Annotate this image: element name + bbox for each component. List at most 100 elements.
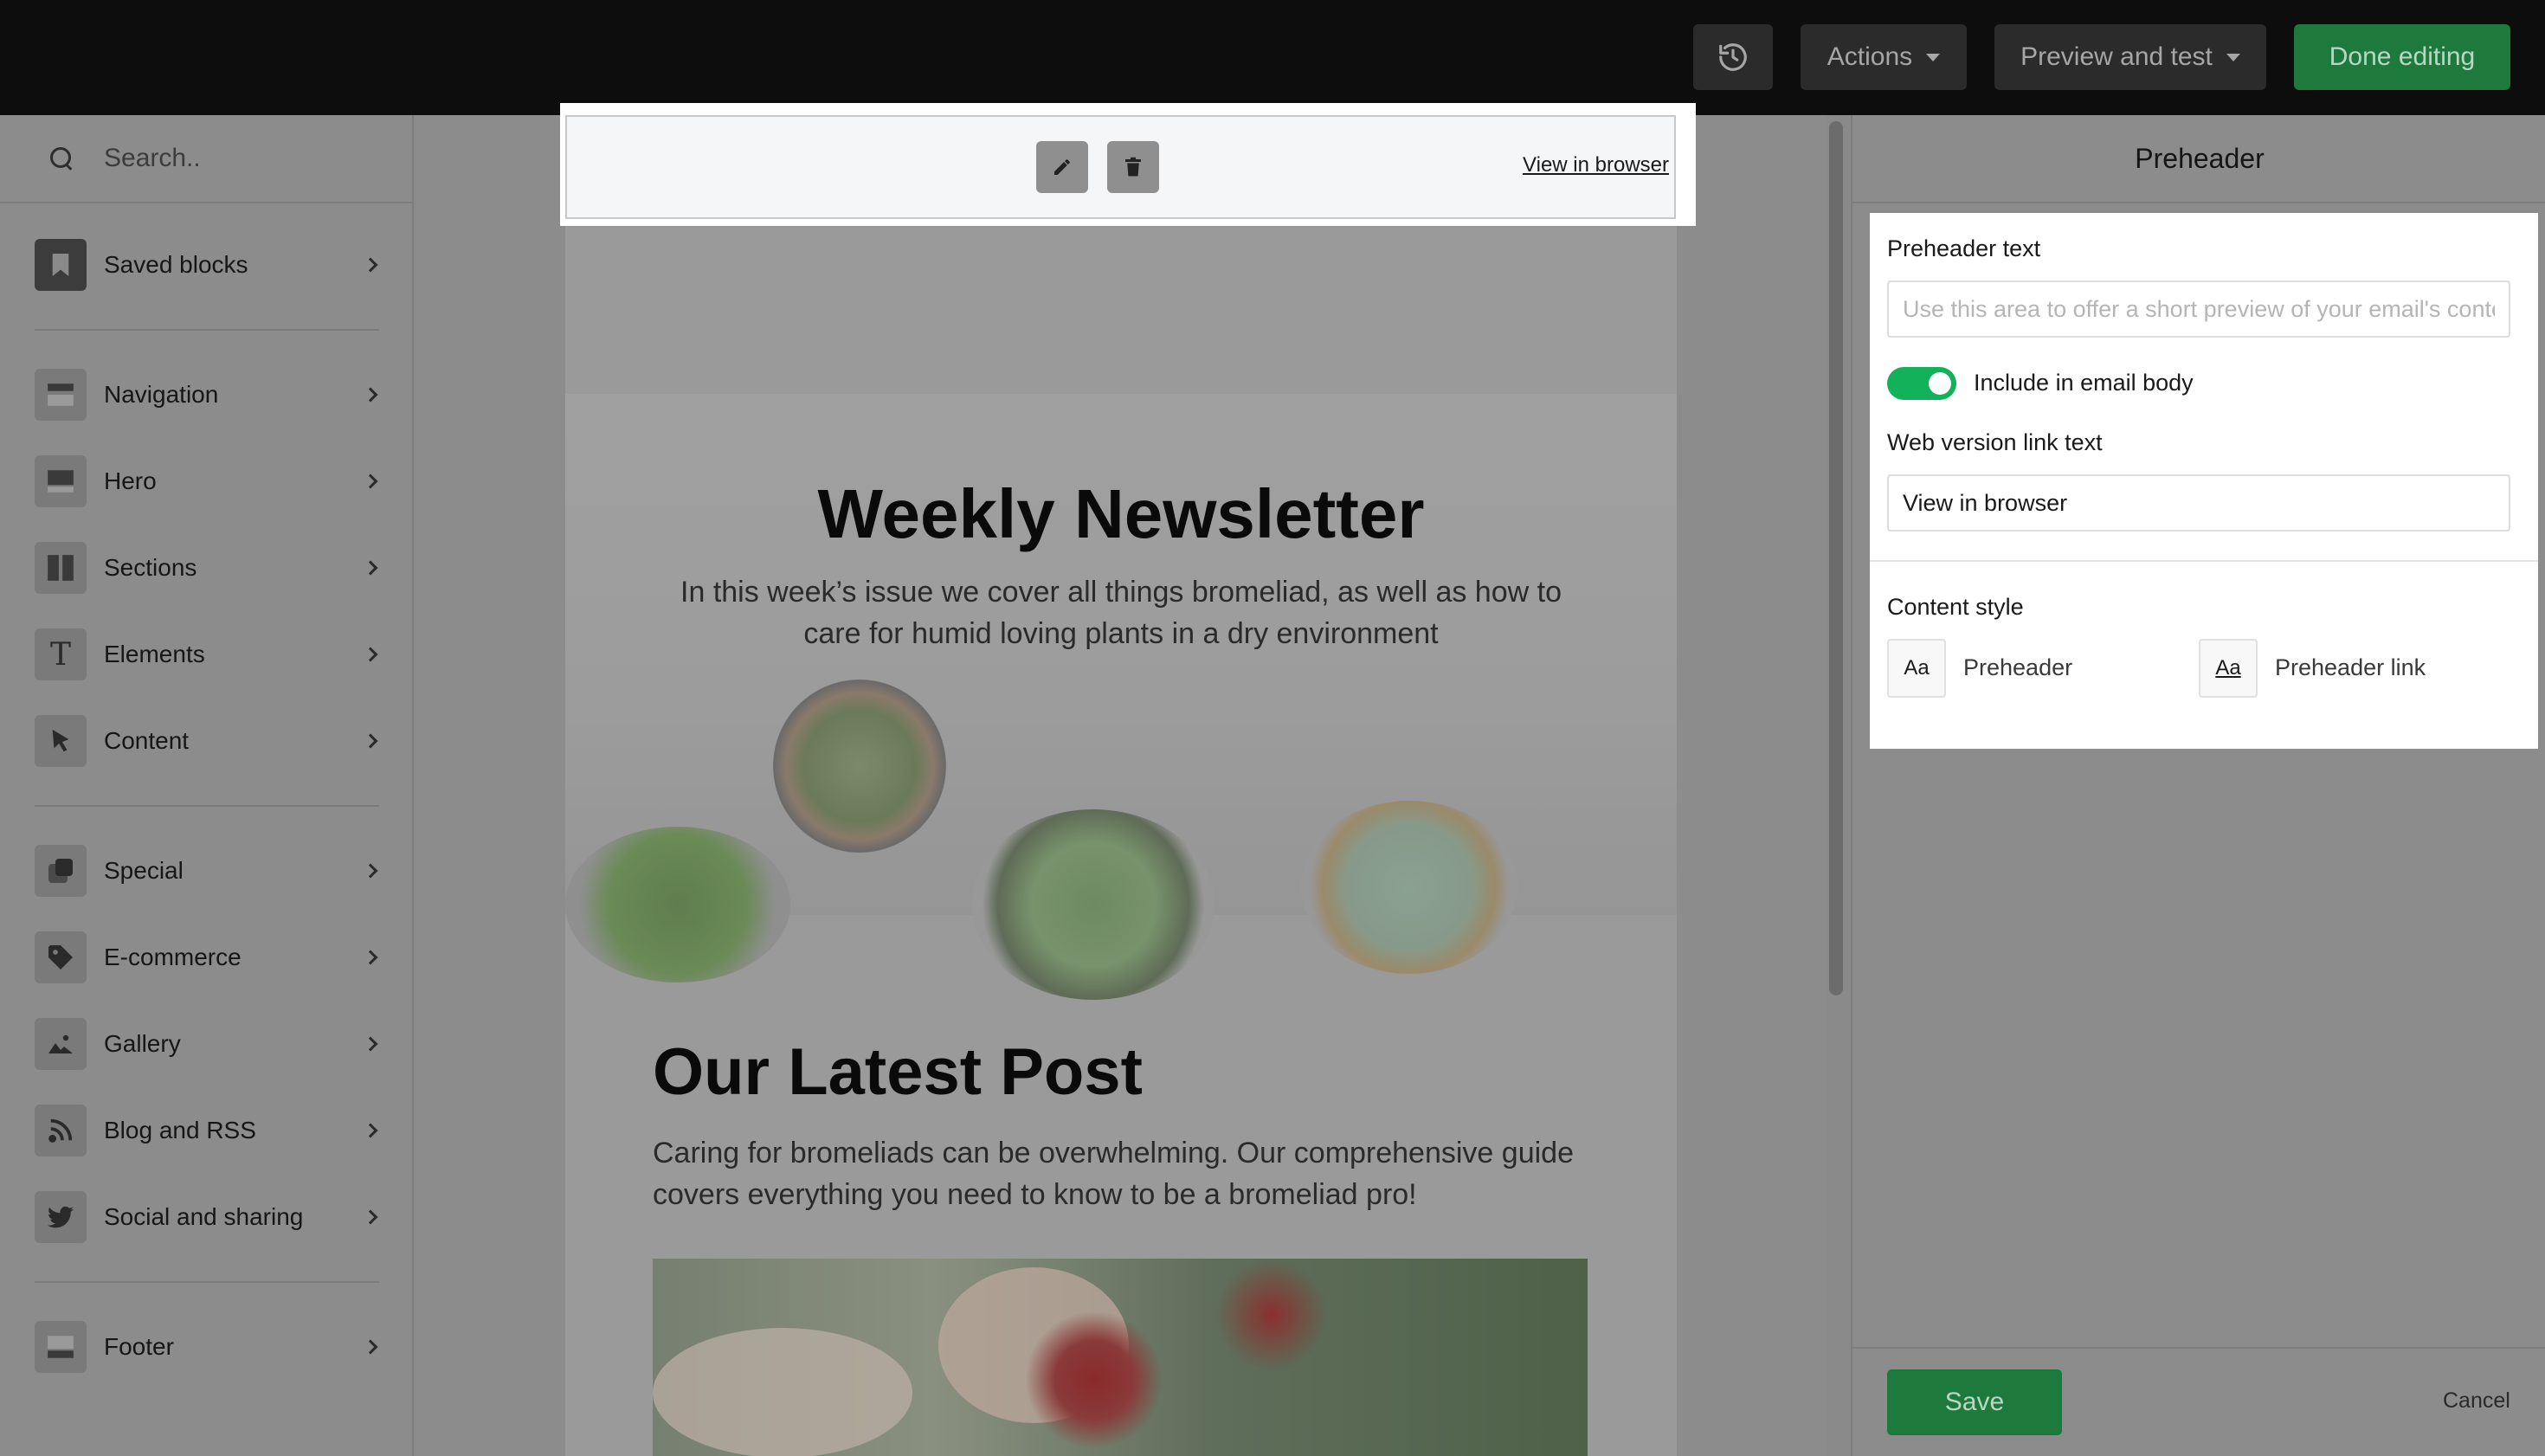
blocks-sidebar: Saved blocks Navigation Hero Sections T … [0,115,414,1456]
chevron-right-icon [363,1209,378,1225]
sidebar-item-gallery[interactable]: Gallery [35,1017,381,1071]
chevron-right-icon [363,647,378,662]
sidebar-item-label: Navigation [104,381,219,408]
caret-down-icon [1926,53,1941,61]
preview-label: Preview and test [2020,42,2213,71]
sidebar-item-label: Hero [104,467,157,494]
sidebar-item-label: E-commerce [104,944,242,970]
hero-image [565,394,1677,1000]
sidebar-item-hero[interactable]: Hero [35,454,381,508]
sidebar-item-e-commerce[interactable]: E-commerce [35,931,381,984]
text-icon: T [35,628,87,680]
sidebar-item-label: Saved blocks [104,251,248,278]
hero-icon [35,455,87,507]
search-input[interactable] [104,144,364,173]
chevron-right-icon [363,1036,378,1052]
sidebar-item-label: Elements [104,641,205,667]
chevron-right-icon [363,560,378,576]
sidebar-divider [35,1281,379,1283]
caret-down-icon [2226,53,2240,61]
bookmark-icon [35,239,87,291]
canvas-scrollbar[interactable] [1829,121,1843,995]
cancel-button[interactable]: Cancel [2443,1388,2510,1414]
web-link-label: Web version link text [1887,429,2103,455]
trash-icon [1125,157,1141,177]
succulent-left [565,827,790,982]
sidebar-item-elements[interactable]: T Elements [35,628,381,681]
sidebar-search [0,115,412,203]
sidebar-item-label: Footer [104,1333,174,1360]
preview-and-test-button[interactable]: Preview and test [1994,24,2266,90]
sidebar-item-label: Gallery [104,1030,181,1057]
arm-shape [653,1328,912,1456]
sections-icon [35,542,87,594]
panel-footer-divider [1852,1347,2545,1349]
sidebar-item-saved-blocks[interactable]: Saved blocks [35,238,381,292]
delete-block-button[interactable] [1107,141,1159,193]
section-divider [1870,560,2538,562]
history-button[interactable] [1693,24,1773,90]
view-in-browser-link[interactable]: View in browser [1523,153,1669,177]
sidebar-item-label: Content [104,727,190,754]
chevron-right-icon [363,1123,378,1138]
preheader-style-button[interactable]: Aa [1887,639,1946,698]
sidebar-item-label: Blog and RSS [104,1117,256,1144]
actions-dropdown-button[interactable]: Actions [1801,24,1967,90]
top-bar: Actions Preview and test Done editing [0,0,2545,115]
sidebar-item-label: Special [104,857,184,884]
done-editing-button[interactable]: Done editing [2294,24,2510,90]
hero-subtitle[interactable]: In this week’s issue we cover all things… [667,571,1575,654]
content-style-label: Content style [1887,594,2024,620]
chevron-right-icon [363,257,378,273]
post-body[interactable]: Caring for bromeliads can be overwhelmin… [653,1132,1605,1215]
preheader-link-style-button[interactable]: Aa [2199,639,2258,698]
sidebar-item-navigation[interactable]: Navigation [35,368,381,422]
preheader-content: View in browser [565,115,1676,219]
web-link-input[interactable] [1887,474,2510,532]
sidebar-item-label: Social and sharing [104,1203,304,1230]
chevron-right-icon [363,950,378,965]
hero-title[interactable]: Weekly Newsletter [565,474,1677,554]
cactus-pot [773,680,946,853]
history-icon [1719,43,1747,71]
red-flower [1215,1259,1328,1371]
chevron-right-icon [363,387,378,403]
include-in-body-label: Include in email body [1974,370,2194,396]
pencil-icon [1054,159,1070,175]
tag-icon [35,931,87,983]
include-in-body-toggle[interactable] [1887,367,1956,400]
navigation-icon [35,369,87,421]
actions-label: Actions [1827,42,1913,71]
sidebar-item-special[interactable]: Special [35,844,381,898]
succulent-right [1301,801,1517,974]
sidebar-item-content[interactable]: Content [35,714,381,768]
preheader-link-style-label: Preheader link [2275,654,2426,680]
preheader-text-label: Preheader text [1887,235,2041,261]
save-button[interactable]: Save [1887,1369,2062,1435]
chevron-right-icon [363,1339,378,1355]
preheader-block[interactable]: View in browser [560,103,1696,226]
sidebar-item-sections[interactable]: Sections [35,541,381,595]
sidebar-item-footer[interactable]: Footer [35,1320,381,1374]
cursor-icon [35,715,87,767]
panel-title: Preheader [1852,115,2545,203]
preheader-text-input[interactable] [1887,280,2510,338]
toggle-knob [1929,372,1951,395]
sidebar-item-social-and-sharing[interactable]: Social and sharing [35,1190,381,1244]
sidebar-item-label: Sections [104,554,197,581]
chevron-right-icon [363,733,378,749]
post-title[interactable]: Our Latest Post [653,1034,1143,1110]
edit-block-button[interactable] [1036,141,1088,193]
red-flower [1025,1311,1163,1449]
image-icon [35,1018,87,1070]
post-image[interactable] [653,1259,1588,1456]
rss-icon [35,1105,87,1156]
sidebar-item-blog-and-rss[interactable]: Blog and RSS [35,1104,381,1157]
twitter-icon [35,1191,87,1243]
succulent-center [972,809,1215,1000]
chevron-right-icon [363,863,378,879]
sidebar-divider [35,329,379,331]
special-icon [35,845,87,897]
preheader-settings-form: Preheader text Include in email body Web… [1870,213,2538,749]
sidebar-divider [35,805,379,807]
